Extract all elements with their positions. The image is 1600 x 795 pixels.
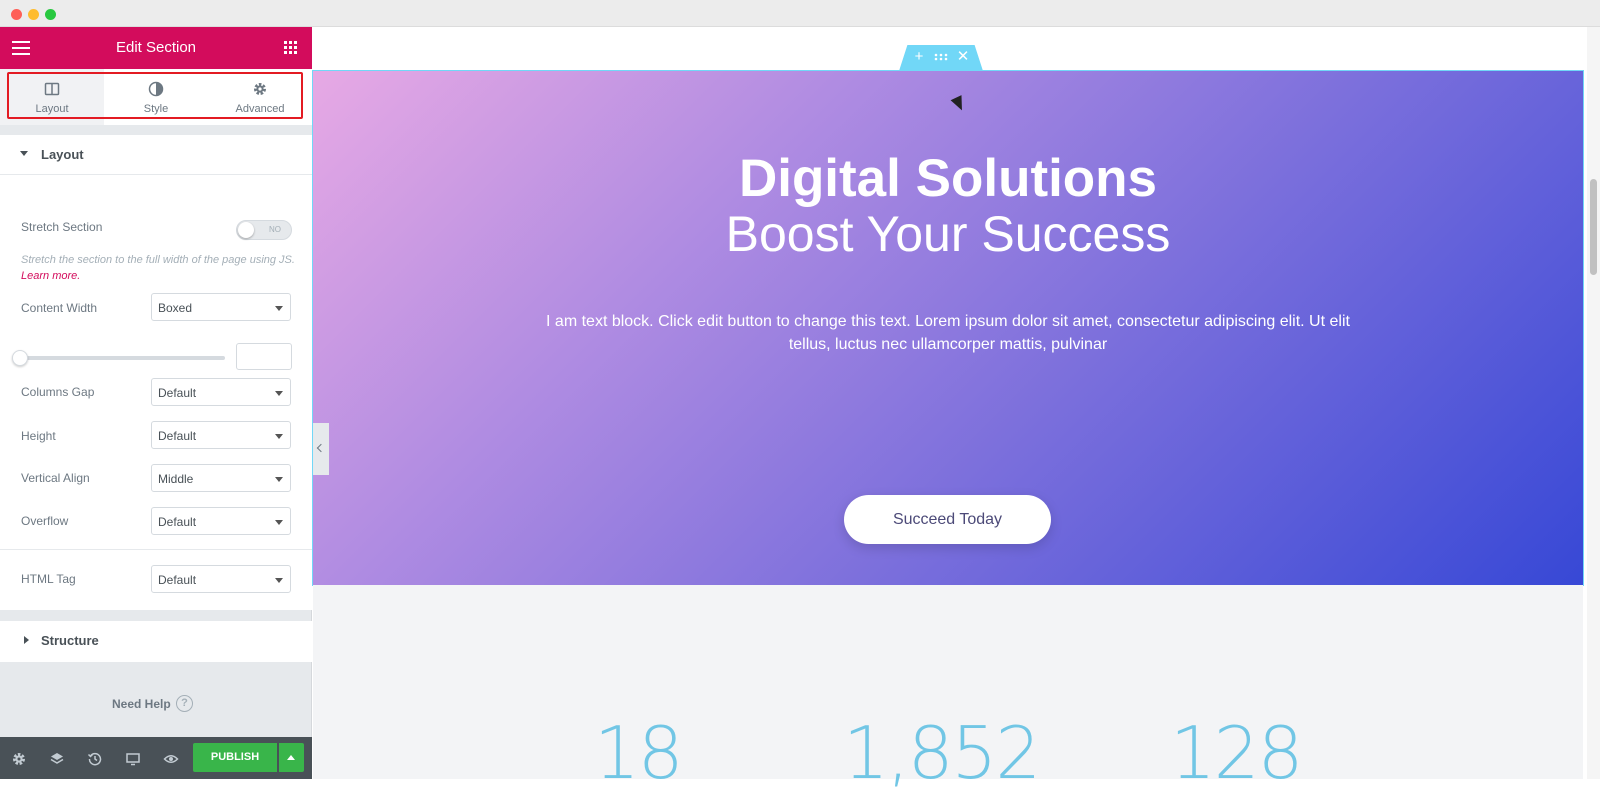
learn-more-link[interactable]: Learn more. — [21, 270, 80, 282]
editor-panel: Edit Section Layout Style Advanced Layou… — [0, 27, 312, 779]
stat-counter-2: 1,852 — [843, 711, 1041, 795]
hero-heading[interactable]: Digital Solutions — [313, 148, 1583, 209]
publish-options-button[interactable] — [279, 743, 304, 772]
vertical-align-value: Middle — [158, 472, 194, 486]
tab-layout-label: Layout — [35, 103, 69, 115]
overflow-value: Default — [158, 515, 197, 529]
content-width-select[interactable]: Boxed — [151, 293, 291, 321]
stretch-description-text: Stretch the section to the full width of… — [21, 254, 295, 266]
height-select[interactable]: Default — [151, 421, 291, 449]
tab-style-label: Style — [143, 103, 169, 115]
panel-footer: PUBLISH — [0, 737, 312, 779]
layout-section: Layout Stretch Section NO Stretch the se… — [0, 135, 312, 610]
chevron-down-icon — [275, 477, 283, 482]
caret-right-icon — [24, 636, 29, 644]
height-label: Height — [21, 429, 56, 443]
html-tag-label: HTML Tag — [21, 572, 76, 586]
stretch-description: Stretch the section to the full width of… — [21, 252, 296, 284]
panel-tabs: Layout Style Advanced — [0, 69, 312, 129]
tab-style[interactable]: Style — [104, 69, 208, 125]
html-tag-select[interactable]: Default — [151, 565, 291, 593]
gear-icon — [254, 83, 266, 95]
panel-header: Edit Section — [0, 27, 312, 69]
responsive-desktop-icon[interactable] — [125, 751, 141, 767]
overflow-label: Overflow — [21, 514, 69, 528]
content-width-value: Boxed — [158, 301, 193, 315]
settings-gear-icon[interactable] — [11, 751, 27, 767]
stretch-section-toggle[interactable]: NO — [236, 220, 292, 240]
content-width-slider-track[interactable] — [21, 356, 225, 360]
stat-counter-3: 128 — [1170, 711, 1303, 795]
content-width-slider-handle[interactable] — [12, 350, 28, 366]
toggle-state-label: NO — [269, 225, 281, 234]
caret-down-icon — [20, 151, 28, 156]
structure-section-header[interactable]: Structure — [0, 621, 312, 662]
layout-section-title: Layout — [41, 147, 84, 162]
vertical-align-select[interactable]: Middle — [151, 464, 291, 492]
scrollbar-thumb[interactable] — [1590, 179, 1597, 275]
chevron-down-icon — [275, 306, 283, 311]
hero-section[interactable]: Digital Solutions Boost Your Success I a… — [312, 70, 1584, 586]
succeed-today-button[interactable]: Succeed Today — [844, 495, 1051, 544]
minimize-window-button[interactable] — [28, 9, 39, 20]
tab-advanced-label: Advanced — [235, 103, 285, 115]
add-section-icon[interactable]: + — [911, 49, 927, 65]
layers-icon[interactable] — [49, 751, 65, 767]
panel-title: Edit Section — [115, 39, 197, 56]
html-tag-value: Default — [158, 573, 197, 587]
columns-gap-value: Default — [158, 386, 197, 400]
overflow-select[interactable]: Default — [151, 507, 291, 535]
section-handle: + ✕ — [899, 45, 983, 71]
layout-section-header[interactable]: Layout — [0, 135, 312, 175]
drag-handle-icon[interactable] — [933, 49, 949, 65]
columns-gap-label: Columns Gap — [21, 385, 95, 399]
stretch-section-label: Stretch Section — [21, 220, 103, 234]
height-value: Default — [158, 429, 197, 443]
question-circle-icon[interactable]: ? — [176, 695, 193, 712]
close-window-button[interactable] — [11, 9, 22, 20]
toggle-knob — [238, 222, 254, 238]
need-help-link[interactable]: Need Help — [112, 697, 171, 711]
columns-gap-select[interactable]: Default — [151, 378, 291, 406]
chevron-down-icon — [275, 434, 283, 439]
collapse-panel-toggle[interactable] — [313, 423, 329, 475]
preview-eye-icon[interactable] — [163, 751, 179, 767]
vertical-align-label: Vertical Align — [21, 471, 90, 485]
tab-advanced[interactable]: Advanced — [208, 69, 312, 125]
half-circle-icon — [148, 81, 164, 97]
structure-header-row[interactable]: Structure — [0, 621, 312, 661]
tab-layout[interactable]: Layout — [0, 69, 104, 129]
hero-subheading[interactable]: Boost Your Success — [313, 205, 1583, 263]
history-icon[interactable] — [87, 751, 103, 767]
content-width-label: Content Width — [21, 301, 98, 315]
section-gap — [0, 125, 312, 135]
stat-counter-1: 18 — [594, 711, 684, 795]
editor-canvas: + ✕ Digital Solutions Boost Your Success… — [312, 27, 1600, 795]
publish-button[interactable]: PUBLISH — [193, 743, 277, 772]
divider — [0, 549, 312, 550]
structure-section-title: Structure — [41, 633, 99, 648]
maximize-window-button[interactable] — [45, 9, 56, 20]
delete-section-icon[interactable]: ✕ — [955, 49, 971, 65]
content-width-number-input[interactable] — [236, 343, 292, 370]
chevron-down-icon — [275, 391, 283, 396]
canvas-scrollbar[interactable] — [1587, 27, 1600, 779]
chevron-down-icon — [275, 520, 283, 525]
hero-text-block[interactable]: I am text block. Click edit button to ch… — [533, 310, 1363, 356]
columns-icon — [44, 82, 60, 96]
widgets-grid-icon[interactable] — [284, 41, 297, 54]
window-titlebar — [0, 0, 1600, 27]
chevron-down-icon — [275, 578, 283, 583]
